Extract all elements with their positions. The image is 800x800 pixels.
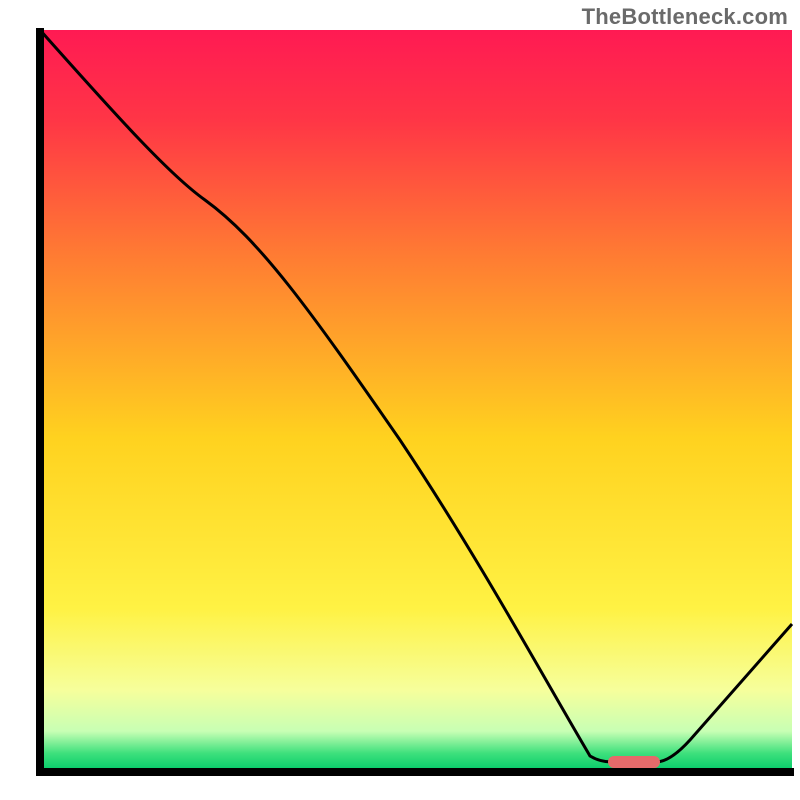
chart-frame: TheBottleneck.com xyxy=(0,0,800,800)
optimal-marker xyxy=(608,756,660,768)
watermark-text: TheBottleneck.com xyxy=(582,4,788,30)
gradient-background xyxy=(40,30,792,772)
bottleneck-chart xyxy=(0,0,800,800)
